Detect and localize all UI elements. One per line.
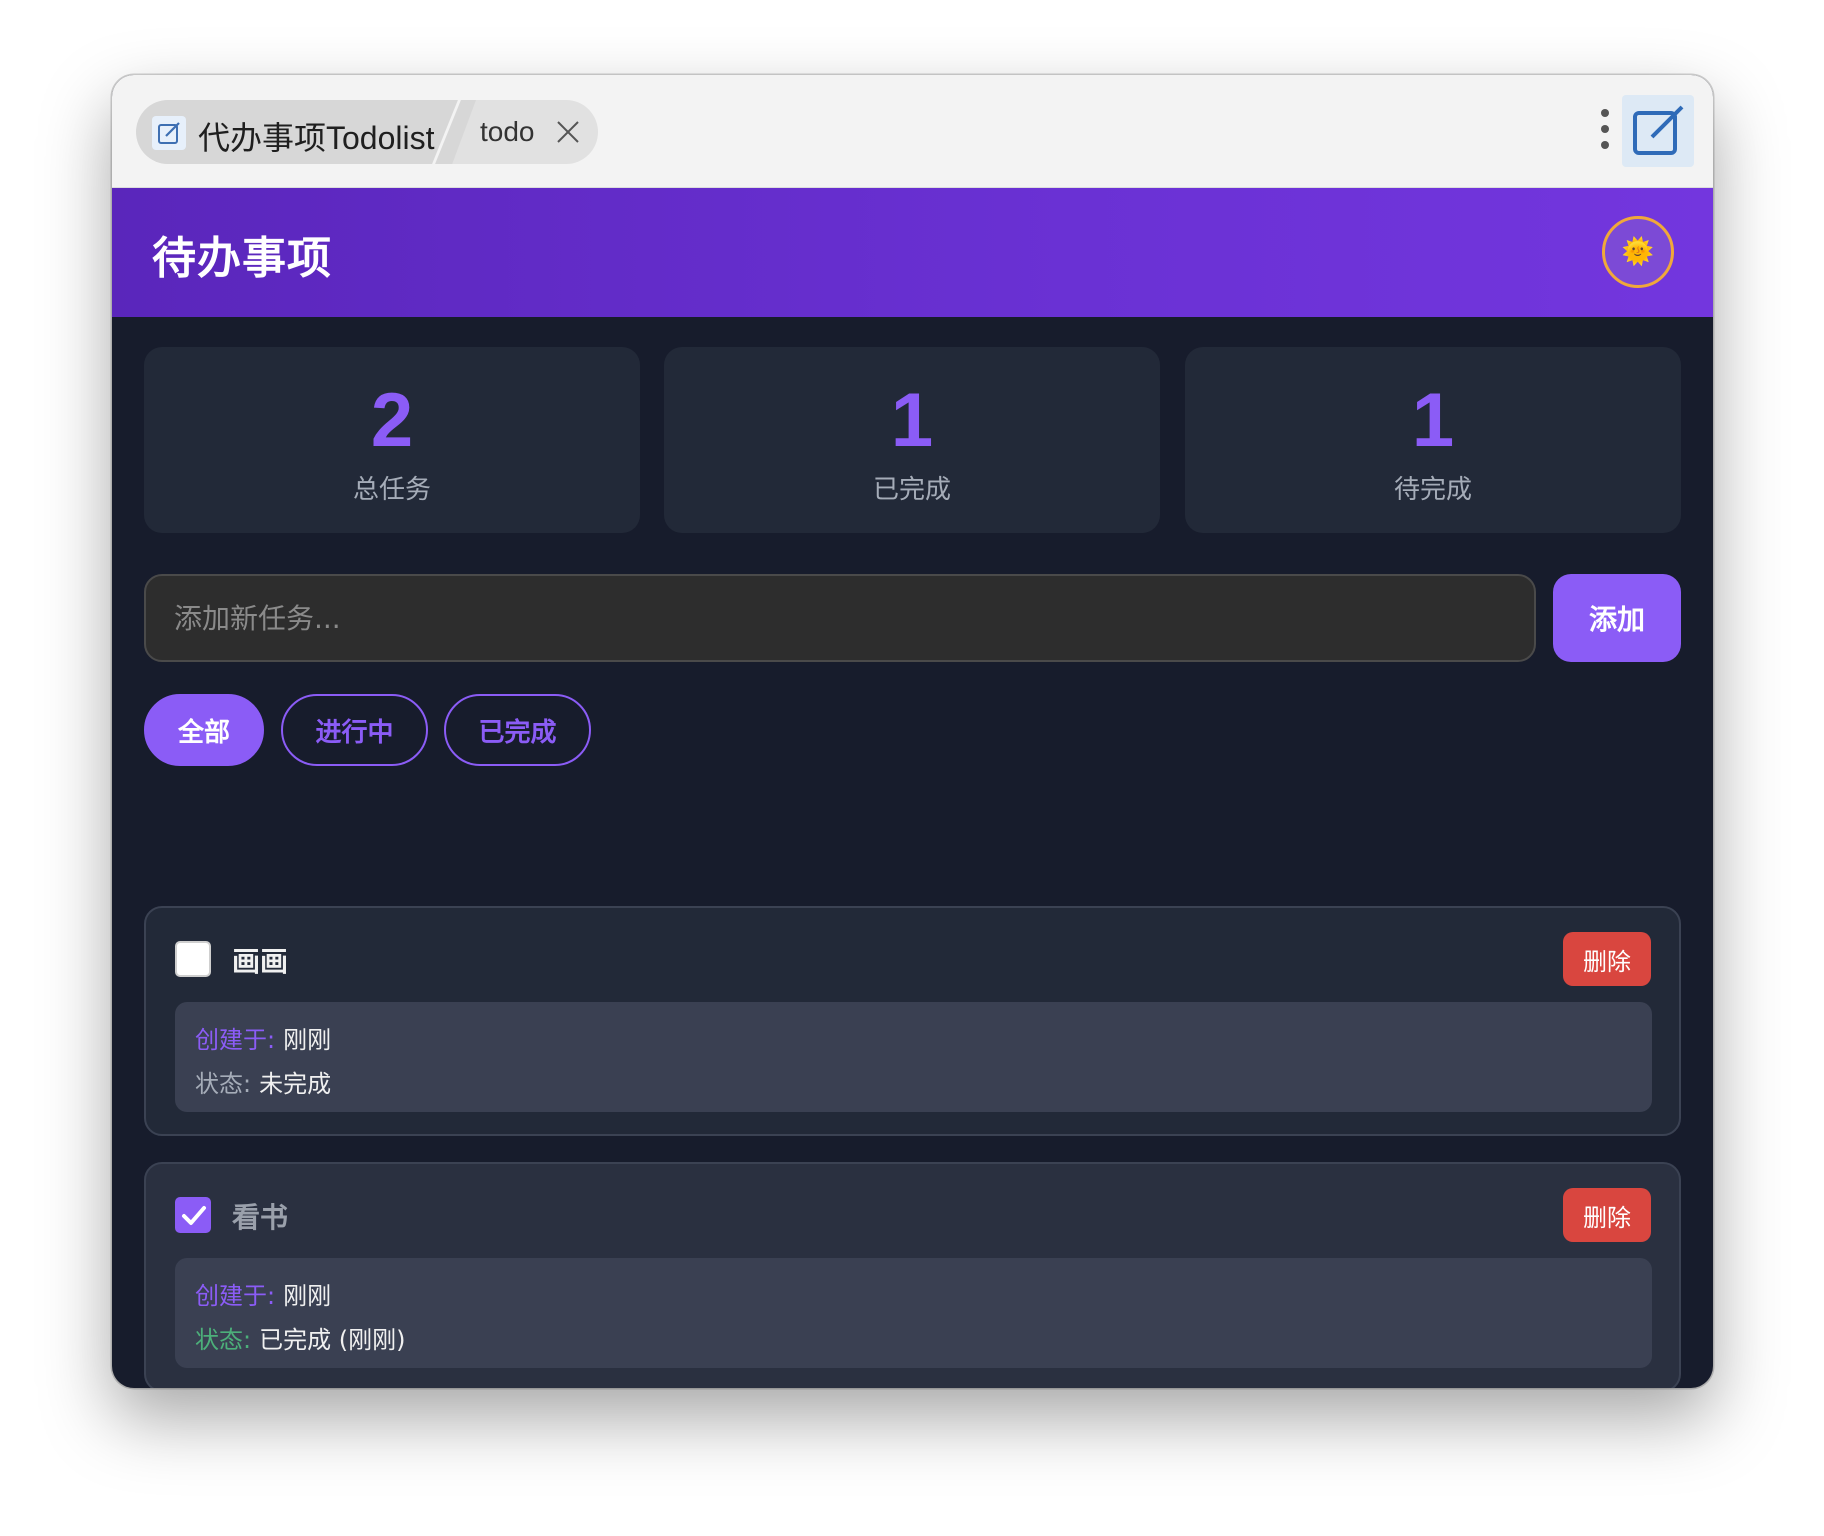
stat-value: 1	[890, 378, 934, 463]
stat-card-pending: 1 待完成	[1185, 347, 1681, 533]
meta-created: 创建于: 刚刚	[195, 1276, 331, 1311]
meta-value: 刚刚	[283, 1282, 332, 1310]
filter-all[interactable]: 全部	[144, 694, 264, 766]
stat-card-total: 2 总任务	[144, 347, 640, 533]
task-checkbox[interactable]	[175, 1197, 211, 1233]
task-title: 画画	[232, 945, 289, 978]
stats-row: 2 总任务 1 已完成 1 待完成	[144, 347, 1681, 533]
stat-label: 待完成	[1393, 475, 1472, 505]
task-checkbox[interactable]	[175, 941, 211, 977]
tab-title[interactable]: 代办事项Todolist	[198, 113, 435, 159]
edit-note-icon	[152, 116, 186, 150]
meta-created: 创建于: 刚刚	[195, 1020, 331, 1055]
task-meta: 创建于: 刚刚 状态: 已完成 (刚刚)	[175, 1258, 1652, 1368]
meta-key: 状态:	[195, 1070, 252, 1098]
stat-value: 1	[1411, 378, 1455, 463]
meta-value: 刚刚	[283, 1026, 332, 1054]
tab-group: 代办事项Todolist todo	[136, 100, 598, 164]
filter-in-progress[interactable]: 进行中	[281, 694, 428, 766]
sun-icon: 🌞	[1621, 237, 1655, 267]
delete-task-button[interactable]: 删除	[1563, 932, 1651, 986]
add-task-button[interactable]: 添加	[1553, 574, 1681, 662]
stat-label: 已完成	[872, 475, 951, 505]
meta-status: 状态: 已完成 (刚刚)	[195, 1320, 405, 1355]
meta-key: 状态:	[195, 1326, 252, 1354]
task-meta: 创建于: 刚刚 状态: 未完成	[175, 1002, 1652, 1112]
task-item: 画画 删除 创建于: 刚刚 状态: 未完成	[144, 906, 1681, 1136]
stat-label: 总任务	[352, 475, 431, 505]
tab-subtitle[interactable]: todo	[480, 116, 535, 148]
task-title: 看书	[232, 1201, 289, 1234]
meta-value: 未完成	[259, 1070, 332, 1098]
app-window: 代办事项Todolist todo 待办事项 🌞 2 总任务 1 已完成 1 待…	[112, 75, 1713, 1388]
stat-card-completed: 1 已完成	[664, 347, 1160, 533]
delete-task-button[interactable]: 删除	[1563, 1188, 1651, 1242]
meta-key: 创建于:	[195, 1026, 276, 1054]
meta-key: 创建于:	[195, 1282, 276, 1310]
meta-value: 已完成 (刚刚)	[259, 1326, 406, 1354]
theme-toggle-button[interactable]: 🌞	[1602, 216, 1674, 288]
kebab-menu-icon[interactable]	[1599, 109, 1611, 155]
filter-completed[interactable]: 已完成	[444, 694, 591, 766]
edit-note-icon[interactable]	[1622, 95, 1694, 167]
check-icon	[182, 1206, 206, 1225]
close-icon[interactable]	[554, 118, 582, 146]
tab-bar: 代办事项Todolist todo	[112, 75, 1713, 188]
page-title: 待办事项	[152, 233, 332, 284]
app-header: 待办事项 🌞	[112, 188, 1713, 317]
task-item: 看书 删除 创建于: 刚刚 状态: 已完成 (刚刚)	[144, 1162, 1681, 1388]
stat-value: 2	[370, 378, 414, 463]
new-task-input[interactable]	[144, 574, 1536, 662]
meta-status: 状态: 未完成	[195, 1064, 331, 1099]
